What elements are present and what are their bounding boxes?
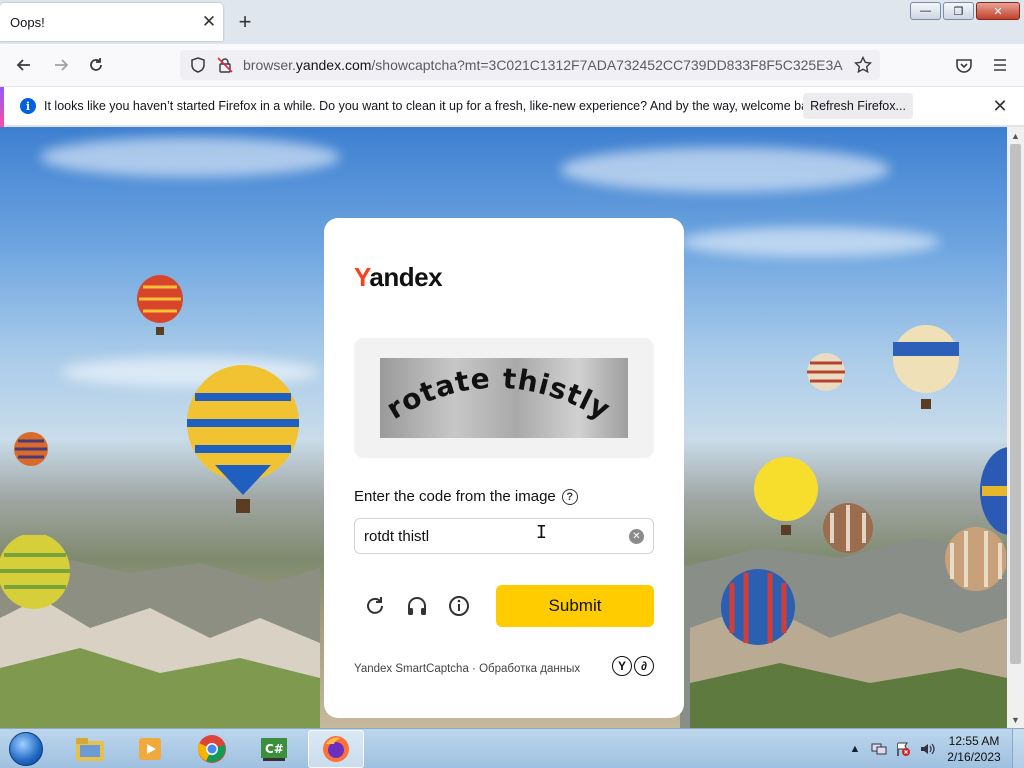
tray-expand-icon[interactable]: ▲ — [846, 740, 864, 758]
captcha-input[interactable] — [355, 527, 615, 545]
shield-icon[interactable] — [184, 51, 212, 79]
maximize-button[interactable]: ❐ — [943, 2, 974, 20]
hot-air-balloon — [137, 275, 183, 335]
captcha-info-icon[interactable] — [447, 594, 471, 618]
captcha-card: Yandex rotate thistly Enter the code fro… — [324, 218, 684, 718]
window-controls: — ❐ ✕ — [910, 2, 1020, 20]
hot-air-balloon — [807, 353, 845, 391]
tab-close-icon[interactable]: ✕ — [195, 8, 223, 36]
scroll-down-icon[interactable]: ▼ — [1007, 711, 1024, 728]
refresh-firefox-button[interactable]: Refresh Firefox... — [803, 93, 913, 119]
hot-air-balloon — [0, 535, 70, 609]
nav-bar: browser.yandex.com/showcaptcha?mt=3C021C… — [0, 44, 1024, 86]
taskbar: C# ▲ 12:55 AM 2/16/2023 — [0, 728, 1024, 768]
hot-air-balloon — [14, 432, 48, 466]
ibeam-cursor-icon: I — [536, 522, 547, 543]
logo-rest: andex — [369, 262, 443, 292]
network-tray-icon[interactable] — [870, 740, 888, 758]
firefox-taskbar-icon[interactable] — [308, 730, 364, 768]
chrome-taskbar-icon[interactable] — [184, 730, 240, 768]
minimize-button[interactable]: — — [910, 2, 941, 20]
notification-message: It looks like you haven’t started Firefo… — [44, 99, 825, 113]
pocket-icon[interactable] — [950, 51, 978, 79]
bookmark-star-icon[interactable] — [849, 51, 877, 79]
page-scrollbar[interactable]: ▲ ▼ — [1007, 127, 1024, 728]
scroll-up-icon[interactable]: ▲ — [1007, 127, 1024, 144]
notification-bar: i It looks like you haven’t started Fire… — [0, 86, 1024, 127]
hot-air-balloon — [893, 325, 959, 409]
yandex-logo: Yandex — [354, 262, 443, 293]
hot-air-balloon — [945, 527, 1006, 591]
refresh-captcha-icon[interactable] — [363, 594, 387, 618]
hot-air-balloon — [721, 569, 795, 645]
menu-icon[interactable] — [986, 51, 1014, 79]
url-prefix: browser. — [243, 57, 296, 73]
taskbar-clock[interactable]: 12:55 AM 2/16/2023 — [942, 733, 1006, 765]
captcha-distorted-text: rotate thistly — [381, 362, 617, 427]
screen: Oops! ✕ + — ❐ ✕ browser.yandex.com/showc… — [0, 0, 1024, 768]
smartcaptcha-logo: Y ∂ — [612, 656, 654, 676]
clock-date: 2/16/2023 — [947, 750, 1001, 764]
url-host: yandex.com — [295, 57, 372, 73]
url-path: /showcaptcha?mt=3C021C1312F7ADA732452CC7… — [371, 57, 843, 73]
explorer-taskbar-icon[interactable] — [62, 730, 118, 768]
windows-orb-icon — [9, 732, 43, 766]
captcha-image-frame: rotate thistly — [354, 338, 654, 458]
audio-captcha-icon[interactable] — [405, 594, 429, 618]
action-center-flag-icon[interactable] — [894, 740, 912, 758]
captcha-input-field[interactable]: ✕ — [354, 518, 654, 554]
svg-text:rotate thistly: rotate thistly — [381, 362, 617, 427]
submit-button[interactable]: Submit — [496, 585, 654, 627]
info-icon: i — [20, 98, 36, 114]
reload-icon[interactable] — [82, 51, 110, 79]
start-button[interactable] — [4, 730, 48, 768]
notification-accent — [0, 87, 4, 127]
captcha-prompt: Enter the code from the image ? — [354, 488, 578, 505]
svg-text:C#: C# — [265, 742, 284, 756]
system-tray: ▲ 12:55 AM 2/16/2023 — [846, 729, 1024, 768]
notification-close-icon[interactable]: ✕ — [988, 94, 1012, 118]
scroll-thumb[interactable] — [1010, 144, 1021, 664]
cloud — [40, 137, 340, 177]
media-player-taskbar-icon[interactable] — [122, 730, 178, 768]
help-icon[interactable]: ? — [561, 488, 578, 505]
tab-title: Oops! — [10, 14, 45, 30]
hot-air-balloon — [980, 447, 1007, 535]
forward-icon[interactable] — [47, 51, 75, 79]
prompt-label: Enter the code from the image — [354, 488, 556, 505]
clock-time: 12:55 AM — [948, 734, 1000, 748]
cloud — [680, 227, 940, 257]
url-text[interactable]: browser.yandex.com/showcaptcha?mt=3C021C… — [243, 57, 843, 73]
captcha-text: rotate thistly — [381, 362, 616, 427]
back-icon[interactable] — [10, 51, 38, 79]
tab-oops[interactable]: Oops! ✕ — [0, 3, 223, 41]
hot-air-balloon — [754, 457, 818, 535]
url-bar[interactable]: browser.yandex.com/showcaptcha?mt=3C021C… — [180, 50, 880, 80]
clear-input-icon[interactable]: ✕ — [629, 529, 644, 544]
smartcaptcha-footer[interactable]: Yandex SmartCaptcha · Обработка данных — [354, 663, 580, 675]
insecure-lock-icon[interactable] — [211, 51, 239, 79]
csharp-editor-taskbar-icon[interactable]: C# — [246, 730, 302, 768]
volume-icon[interactable] — [918, 740, 936, 758]
cloud — [560, 147, 890, 192]
tab-strip: Oops! ✕ + — ❐ ✕ — [0, 0, 1024, 44]
footer-logo-y: Y — [612, 656, 632, 676]
show-desktop-button[interactable] — [1012, 729, 1024, 768]
logo-letter-y: Y — [354, 262, 370, 292]
footer-logo-d: ∂ — [634, 656, 654, 676]
hot-air-balloon — [187, 365, 299, 513]
captcha-image: rotate thistly — [380, 358, 628, 438]
new-tab-button[interactable]: + — [232, 9, 258, 35]
window-close-button[interactable]: ✕ — [976, 2, 1020, 20]
hot-air-balloon — [823, 503, 873, 553]
